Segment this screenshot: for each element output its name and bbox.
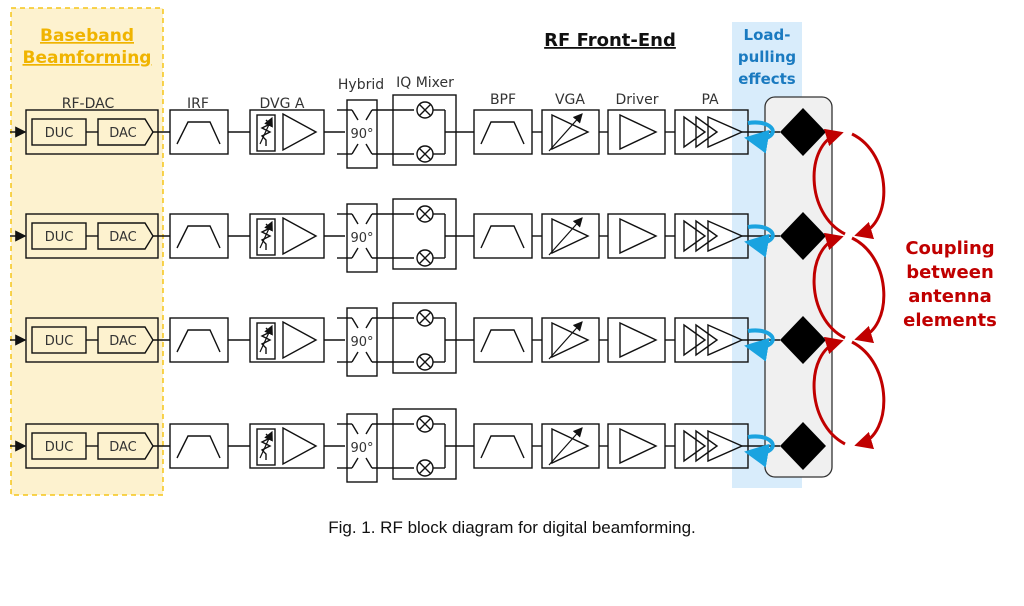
baseband-region (10, 7, 164, 496)
amplifier-icon (282, 426, 318, 466)
mixer-cross (418, 147, 432, 161)
label-hybrid: Hybrid (338, 77, 384, 93)
vga-block (541, 423, 600, 469)
label-bpf: BPF (490, 92, 516, 108)
bpf-block (473, 213, 533, 259)
amplifier-icon (282, 320, 318, 360)
amplifier-icon (551, 427, 590, 465)
bpf-block (473, 423, 533, 469)
mixer-cross (418, 251, 432, 265)
loadpull-title-2: pulling (738, 48, 796, 66)
coupling-arrow-icon (851, 236, 886, 344)
coupling-label-2: between (906, 262, 994, 283)
mixer-cross (418, 355, 432, 369)
rf-block-diagram: Baseband Beamforming Load- pulling effec… (10, 7, 997, 496)
bpf-block (473, 109, 533, 155)
mixer-cross (418, 207, 432, 221)
bpf-block (473, 317, 533, 363)
amplifier-icon (551, 113, 590, 151)
variable-arrow-icon (548, 427, 583, 466)
variable-arrow-icon (548, 217, 583, 256)
amplifier-icon (619, 113, 658, 151)
loadpull-title-3: effects (738, 70, 796, 88)
filter-icon (176, 435, 221, 459)
label-driver: Driver (615, 92, 658, 108)
filter-icon (176, 225, 221, 249)
irf-block (169, 109, 229, 155)
filter-icon (480, 329, 525, 353)
filter-icon (480, 121, 525, 145)
dac-label: DAC (109, 126, 137, 141)
duc-label: DUC (45, 126, 74, 141)
dac-label: DAC (109, 230, 137, 245)
irf-block (169, 317, 229, 363)
vga-block (541, 213, 600, 259)
coupling-arrow-icon (851, 340, 886, 450)
phase-label: 90° (350, 231, 373, 246)
duc-label: DUC (45, 230, 74, 245)
irf-block (169, 213, 229, 259)
amplifier-icon (619, 321, 658, 359)
rf-frontend-title: RF Front-End (544, 30, 676, 51)
filter-icon (176, 121, 221, 145)
phase-label: 90° (350, 335, 373, 350)
dac-label: DAC (109, 334, 137, 349)
coupling-arrow-icon (851, 132, 886, 240)
figure-caption: Fig. 1. RF block diagram for digital bea… (328, 518, 696, 537)
irf-block (169, 423, 229, 469)
dac-label: DAC (109, 440, 137, 455)
amplifier-icon (619, 427, 658, 465)
mixer-cross (418, 417, 432, 431)
filter-icon (480, 225, 525, 249)
vga-block (541, 109, 600, 155)
coupling-label-1: Coupling (905, 238, 994, 259)
duc-label: DUC (45, 334, 74, 349)
coupling-label-4: elements (903, 310, 997, 331)
phase-label: 90° (350, 127, 373, 142)
vga-block (541, 317, 600, 363)
label-iqmixer: IQ Mixer (396, 75, 454, 91)
coupling-label-3: antenna (908, 286, 992, 307)
duc-label: DUC (45, 440, 74, 455)
filter-icon (480, 435, 525, 459)
amplifier-icon (619, 217, 658, 255)
label-vga: VGA (555, 92, 585, 108)
mixer-cross (418, 311, 432, 325)
baseband-title-2: Beamforming (23, 48, 152, 68)
amplifier-icon (282, 216, 318, 256)
mixer-cross (418, 461, 432, 475)
variable-arrow-icon (548, 321, 583, 360)
loadpull-title-1: Load- (744, 26, 791, 44)
baseband-title-1: Baseband (40, 26, 134, 46)
phase-label: 90° (350, 441, 373, 456)
filter-icon (176, 329, 221, 353)
mixer-cross (418, 103, 432, 117)
amplifier-icon (551, 217, 590, 255)
label-pa: PA (701, 92, 719, 108)
amplifier-icon (282, 112, 318, 152)
variable-arrow-icon (548, 113, 583, 152)
amplifier-icon (551, 321, 590, 359)
